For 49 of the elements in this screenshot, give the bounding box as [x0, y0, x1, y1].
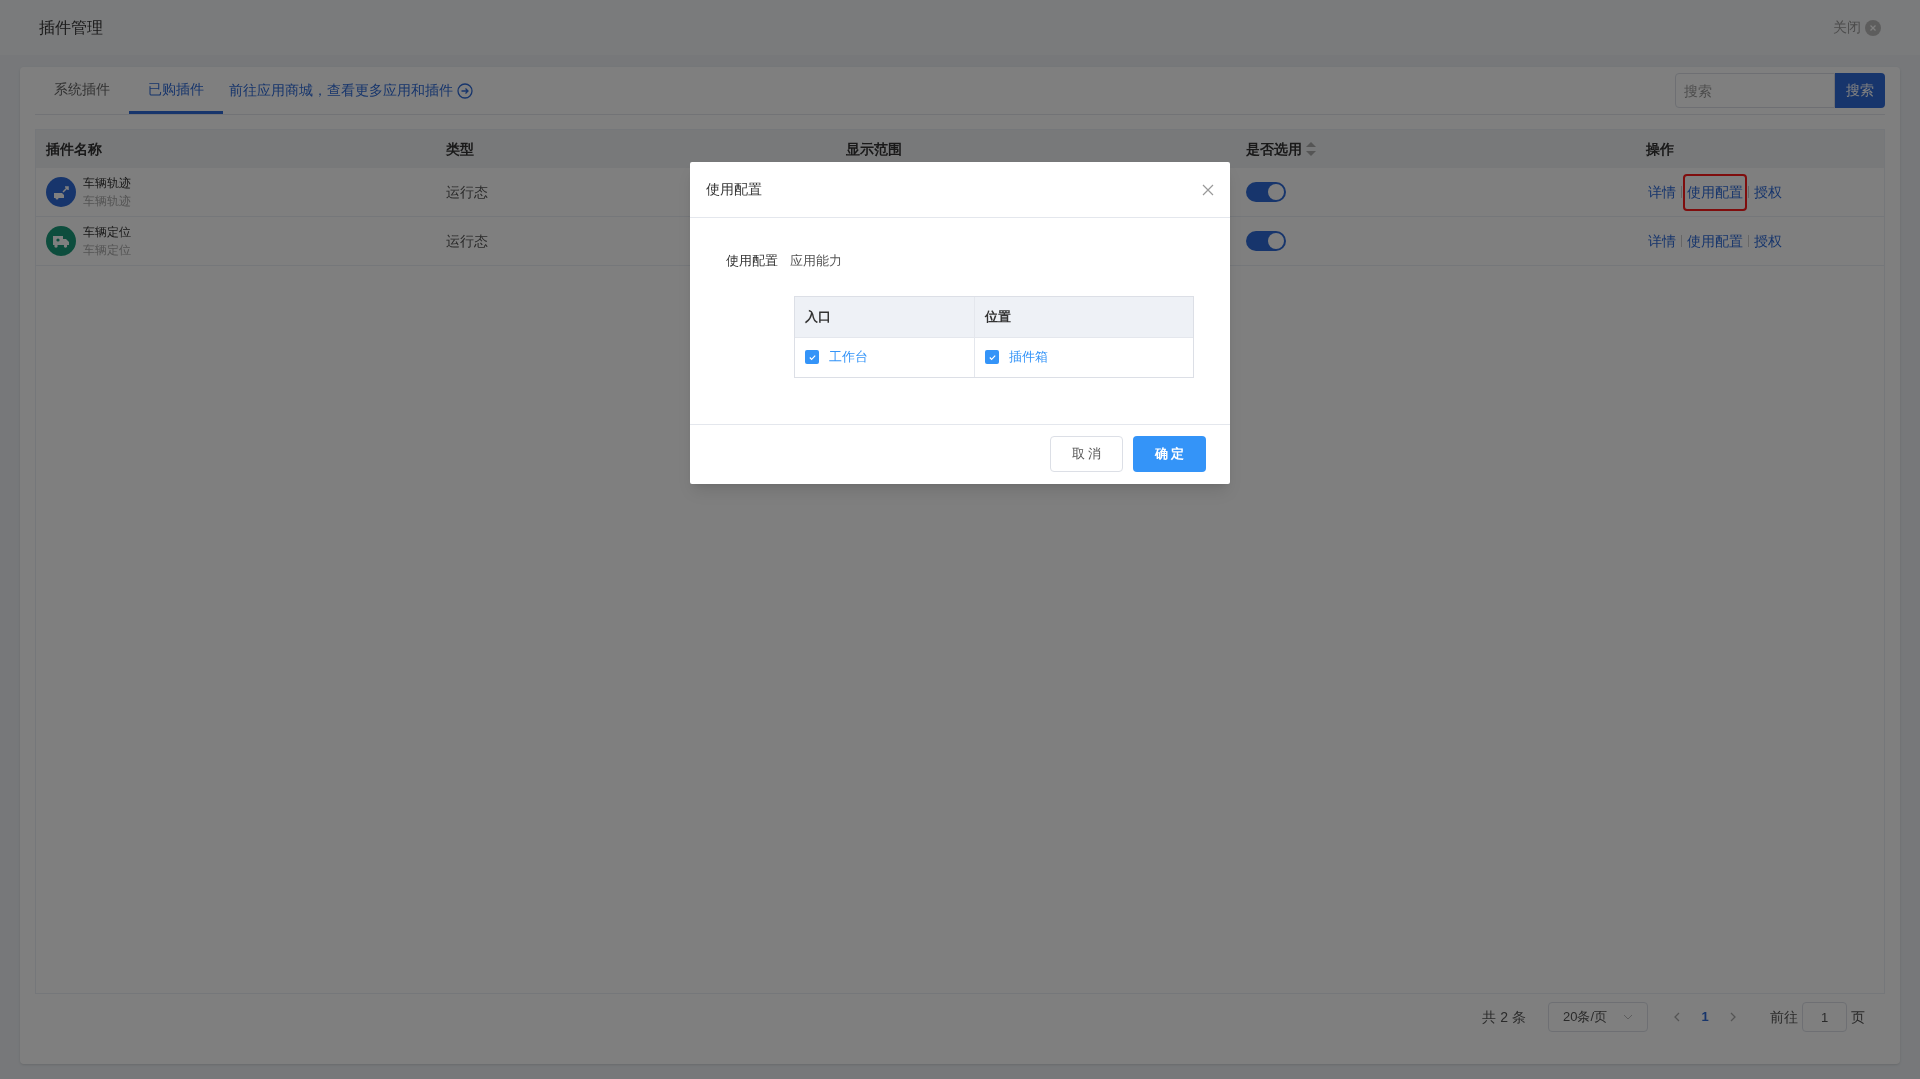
- checkbox-label[interactable]: 插件箱: [1009, 347, 1048, 367]
- action-link[interactable]: 详情: [1646, 224, 1678, 258]
- column-header: 显示范围: [846, 139, 902, 159]
- column-header: 位置: [975, 296, 1193, 337]
- toggle-switch[interactable]: [1246, 231, 1286, 251]
- tab[interactable]: 已购插件: [129, 67, 223, 114]
- arrow-circle-icon[interactable]: [457, 82, 473, 99]
- type-cell: 运行态: [446, 184, 488, 200]
- type-cell: 运行态: [446, 233, 488, 249]
- page-number[interactable]: 1: [1690, 1007, 1720, 1027]
- field-value: 应用能力: [790, 252, 842, 270]
- column-header: 插件名称: [46, 139, 102, 159]
- column-header: 操作: [1646, 139, 1674, 159]
- close-icon[interactable]: [1865, 19, 1881, 36]
- dialog-title: 使用配置: [706, 180, 762, 199]
- action-link[interactable]: 详情: [1646, 175, 1678, 209]
- sort-icon[interactable]: [1306, 142, 1316, 156]
- toggle-switch[interactable]: [1246, 182, 1286, 202]
- car-arrow-icon: [52, 183, 70, 201]
- checkbox[interactable]: [985, 350, 999, 364]
- plugin-name: 车辆轨迹: [83, 175, 131, 192]
- plugin-name: 车辆定位: [83, 224, 131, 241]
- page-size-select[interactable]: 20条/页: [1548, 1002, 1648, 1032]
- action-link[interactable]: 使用配置: [1685, 175, 1745, 209]
- close-icon[interactable]: [1202, 183, 1214, 196]
- next-page-icon[interactable]: [1730, 1012, 1736, 1022]
- search-button[interactable]: 搜索: [1835, 73, 1885, 108]
- page-input[interactable]: 1: [1802, 1002, 1847, 1032]
- action-link[interactable]: 使用配置: [1685, 224, 1745, 258]
- column-header: 类型: [446, 139, 474, 159]
- checkbox-label[interactable]: 工作台: [829, 347, 868, 367]
- tab[interactable]: 系统插件: [35, 67, 129, 114]
- checkmark-icon: [987, 352, 997, 362]
- prev-page-icon[interactable]: [1674, 1012, 1680, 1022]
- cancel-button[interactable]: 取 消: [1050, 436, 1123, 472]
- checkbox[interactable]: [805, 350, 819, 364]
- store-link[interactable]: 前往应用商城，查看更多应用和插件: [229, 80, 473, 101]
- checkmark-icon: [807, 352, 817, 362]
- action-link[interactable]: 授权: [1752, 175, 1784, 209]
- column-header: 入口: [795, 296, 975, 337]
- chevron-down-icon: [1623, 1014, 1633, 1020]
- page-suffix: 页: [1851, 1007, 1865, 1027]
- total-count: 共 2 条: [1482, 1007, 1526, 1027]
- goto-label: 前往: [1770, 1007, 1798, 1027]
- confirm-button[interactable]: 确 定: [1133, 436, 1206, 472]
- column-header: 是否选用: [1246, 139, 1302, 159]
- action-link[interactable]: 授权: [1752, 224, 1784, 258]
- field-label: 使用配置: [726, 252, 778, 270]
- page-title: 插件管理: [39, 17, 103, 38]
